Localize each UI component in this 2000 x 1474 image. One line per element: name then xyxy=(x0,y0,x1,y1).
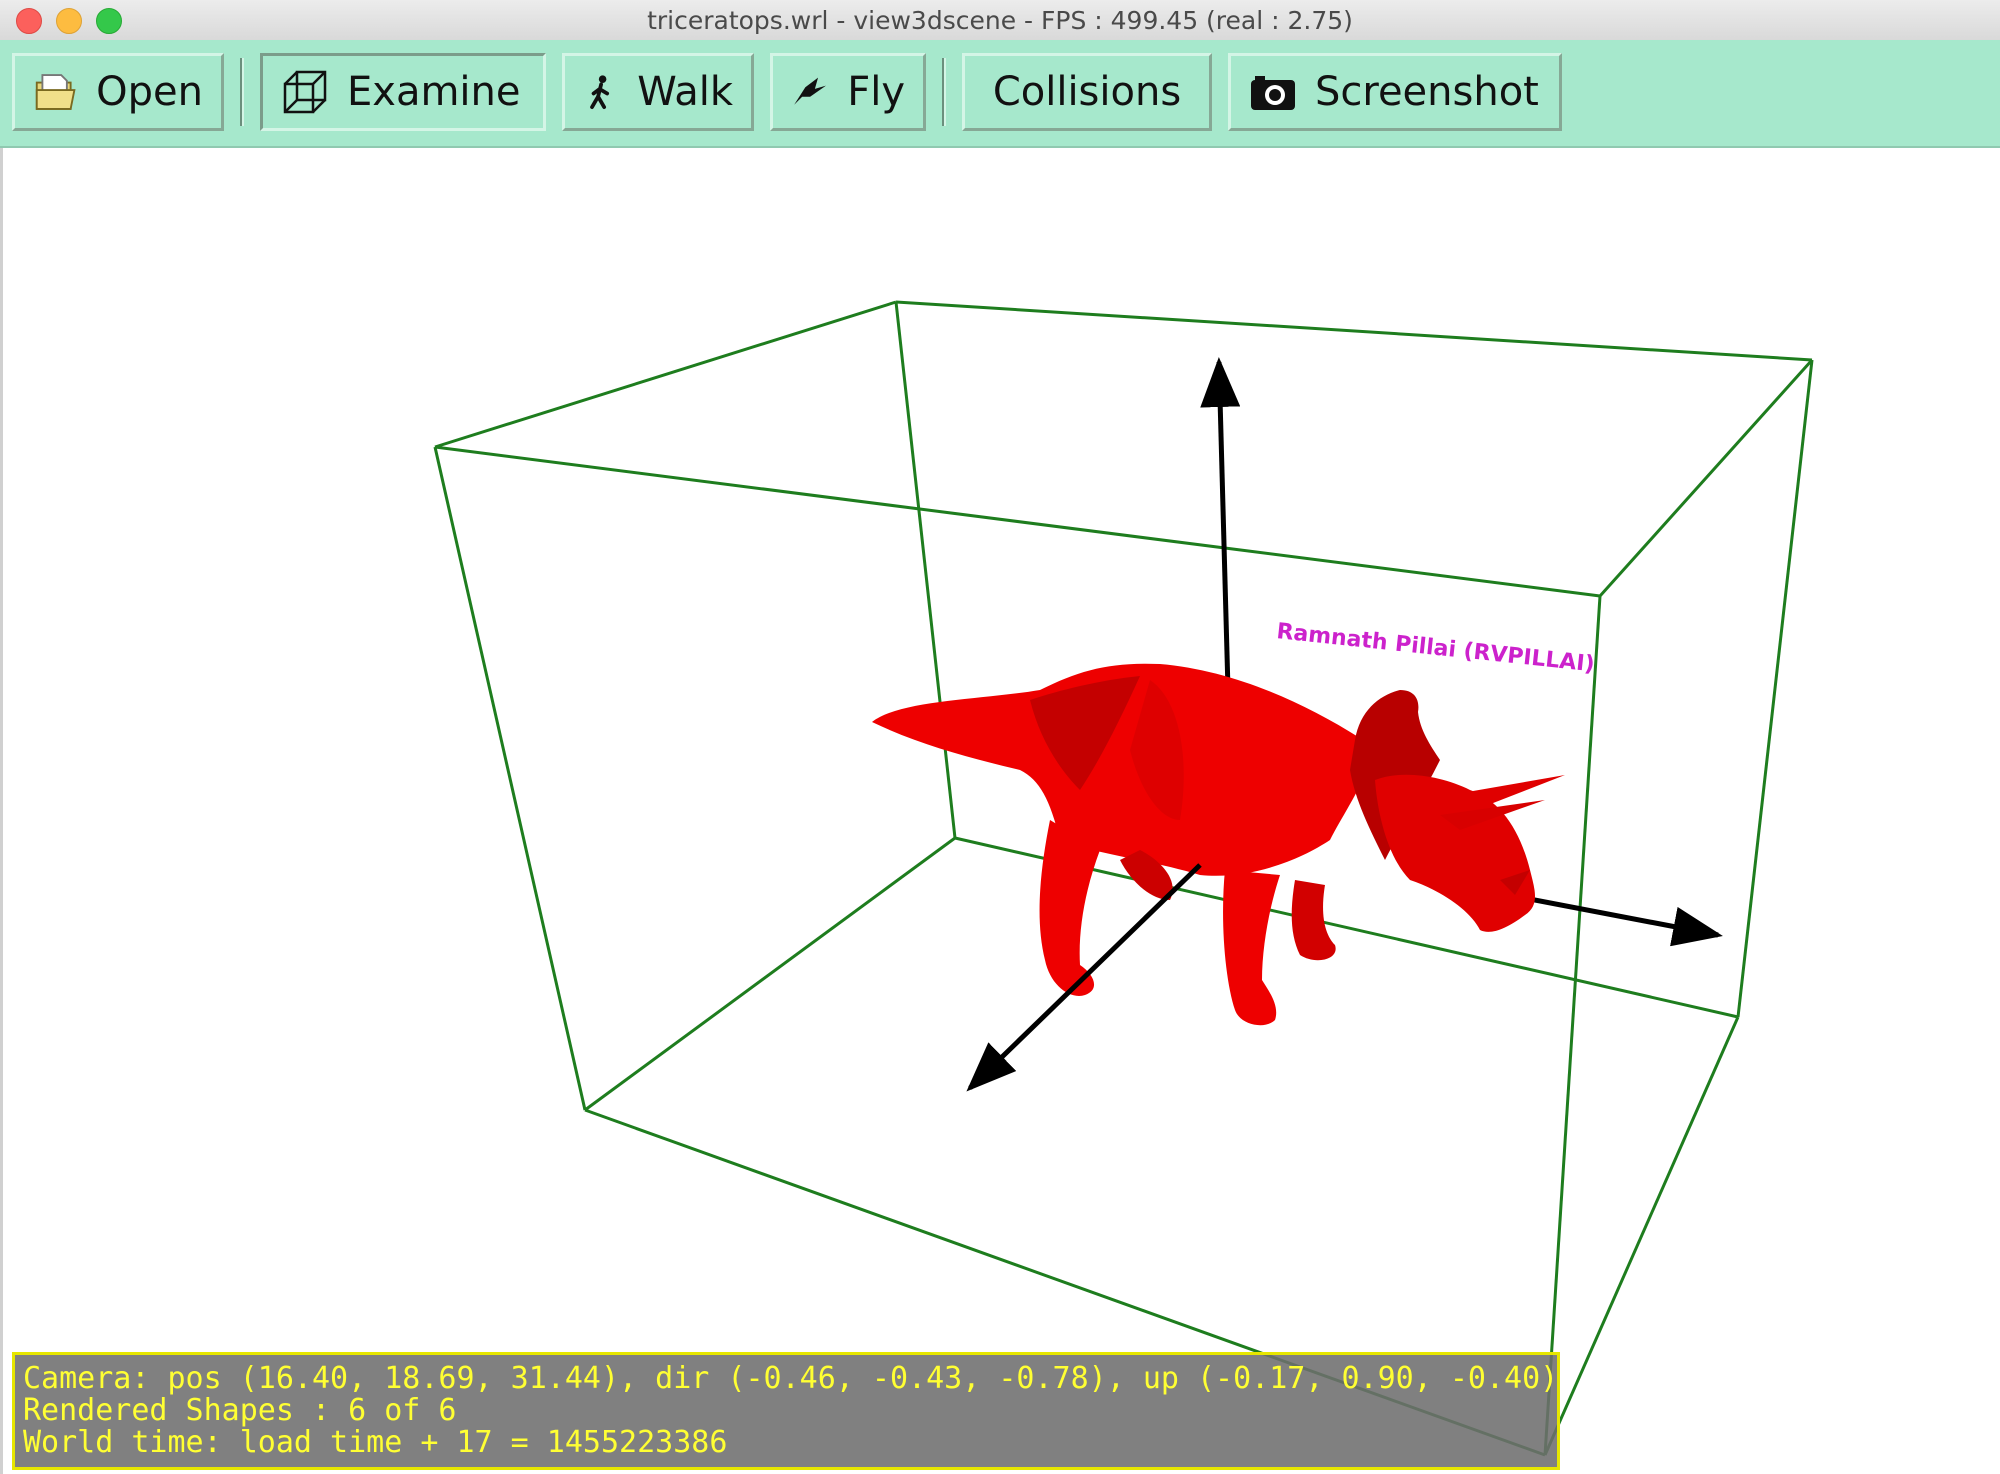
open-button-label: Open xyxy=(96,69,203,115)
screenshot-button-label: Screenshot xyxy=(1315,69,1539,115)
status-overlay: Camera: pos (16.40, 18.69, 31.44), dir (… xyxy=(12,1352,1560,1470)
cube-icon xyxy=(283,70,327,114)
window-title: triceratops.wrl - view3dscene - FPS : 49… xyxy=(647,6,1353,35)
collisions-toggle[interactable]: Collisions xyxy=(962,53,1212,131)
toolbar-separator xyxy=(240,58,244,126)
screenshot-button[interactable]: Screenshot xyxy=(1228,53,1562,131)
toolbar: Open Examine Walk Fly Collisions Screens… xyxy=(0,40,2000,148)
examine-button[interactable]: Examine xyxy=(260,53,546,131)
bounding-box xyxy=(433,300,1814,1457)
toolbar-separator xyxy=(942,58,946,126)
scene-annotation-text: Ramnath Pillai (RVPILLAI) xyxy=(1275,619,1595,677)
window-titlebar: triceratops.wrl - view3dscene - FPS : 49… xyxy=(0,0,2000,41)
flying-bird-icon xyxy=(794,77,827,105)
fly-button[interactable]: Fly xyxy=(770,53,926,131)
open-button[interactable]: Open xyxy=(12,53,224,131)
collisions-button-label: Collisions xyxy=(992,69,1182,115)
scene-viewport[interactable]: Ramnath Pillai (RVPILLAI) xyxy=(0,148,2000,1474)
camera-icon xyxy=(1251,76,1295,110)
y-axis-arrow xyxy=(1200,357,1241,691)
folder-icon xyxy=(35,74,76,110)
walk-button-label: Walk xyxy=(637,69,733,115)
camera-info: Camera: pos (16.40, 18.69, 31.44), dir (… xyxy=(23,1361,1559,1396)
triceratops-model xyxy=(872,663,1565,1026)
fly-button-label: Fly xyxy=(847,69,905,115)
world-time-info: World time: load time + 17 = 1455223386 xyxy=(23,1425,728,1460)
walk-button[interactable]: Walk xyxy=(562,53,754,131)
rendered-shapes-info: Rendered Shapes : 6 of 6 xyxy=(23,1393,457,1428)
examine-button-label: Examine xyxy=(347,69,521,115)
walking-person-icon xyxy=(590,75,610,109)
